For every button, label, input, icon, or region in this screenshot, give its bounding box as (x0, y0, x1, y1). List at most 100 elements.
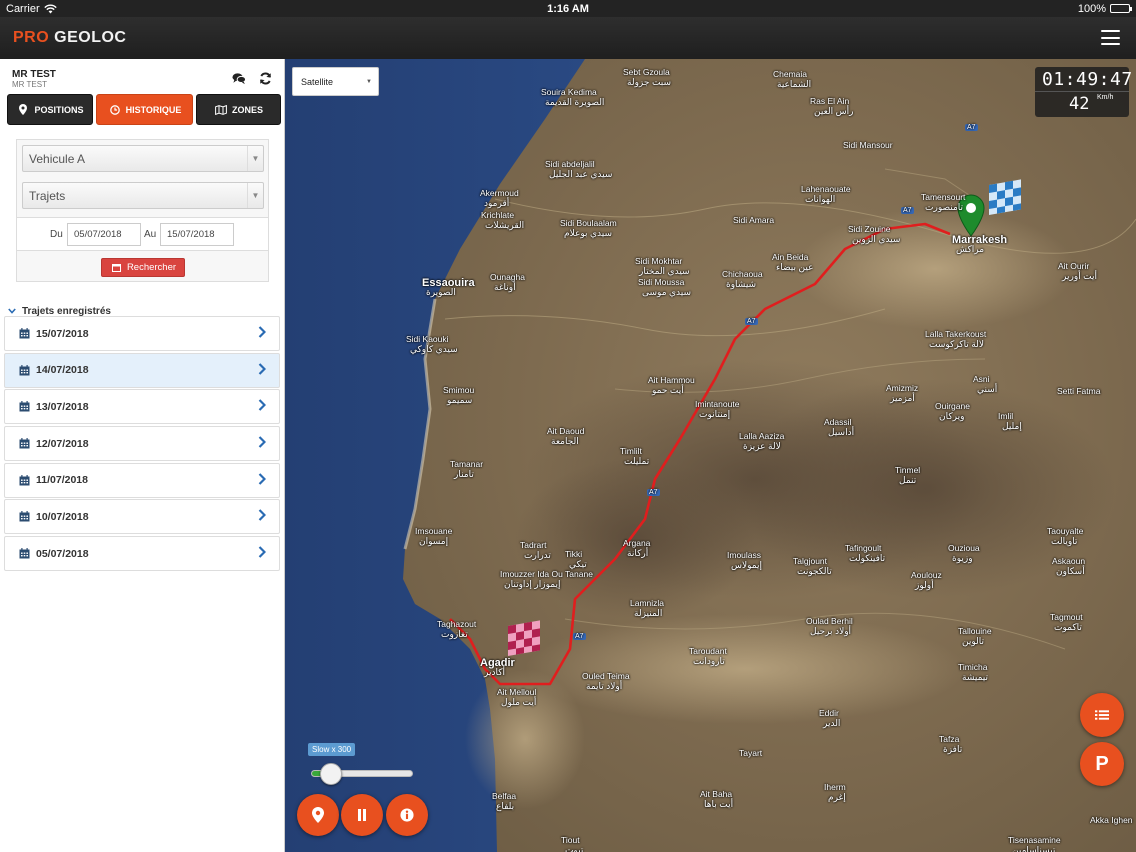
calendar-icon (17, 363, 31, 377)
place-label: Ait Baha (700, 789, 733, 799)
list-icon (1095, 708, 1109, 722)
place-label: Timicha (958, 662, 988, 672)
place-label-arabic: عين بيضاء (776, 262, 814, 272)
road-label: A7 (965, 124, 978, 131)
place-label-arabic: ويركان (939, 411, 965, 421)
place-label-arabic: رأس العين (814, 106, 854, 116)
place-label: Talgjount (793, 556, 828, 566)
battery-percent: 100% (1077, 2, 1106, 15)
map-view[interactable]: Sebt Gzoula سبت جزولة Chemaia الشماعية Souir… (285, 59, 1136, 852)
place-label: Belfaa (492, 791, 517, 801)
trips-heading-label: Trajets enregistrés (22, 305, 111, 317)
info-button[interactable] (386, 794, 428, 836)
tab-positions-label: POSITIONS (34, 104, 84, 115)
trip-row[interactable]: 10/07/2018 (4, 499, 280, 535)
trip-speed: 42 (1069, 94, 1090, 114)
tab-zones[interactable]: ZONES (196, 94, 281, 125)
playback-slider-thumb[interactable] (320, 763, 342, 785)
place-label: Lamnizla (630, 598, 665, 608)
place-label: Iherm (824, 782, 846, 792)
place-label-arabic: تالكجونت (797, 566, 832, 576)
tab-historique[interactable]: HISTORIQUE (96, 94, 193, 125)
place-label-arabic: تاكموت (1054, 622, 1082, 632)
place-label: Aoulouz (911, 570, 942, 580)
place-label-arabic: أقرمود (484, 198, 510, 208)
place-label-arabic: تدرارت (524, 550, 551, 560)
place-label: Imlil (998, 411, 1014, 421)
list-button[interactable] (1080, 693, 1124, 737)
hamburger-menu-icon[interactable] (1101, 30, 1120, 45)
place-label: Imsouane (415, 526, 453, 536)
chevron-right-icon (258, 546, 267, 561)
place-label: Imintanoute (695, 399, 740, 409)
chevron-right-icon (258, 326, 267, 341)
place-label: Sidi Mansour (843, 140, 893, 150)
road-label: A7 (901, 207, 914, 214)
vehicle-select[interactable]: Vehicule A ▼ (22, 145, 264, 172)
trip-row[interactable]: 05/07/2018 (4, 536, 280, 572)
place-label-arabic: أيت أورير (1062, 271, 1098, 281)
place-label: Sidi abdeljalil (545, 159, 595, 169)
place-label: Chichaoua (722, 269, 763, 279)
place-label: Adassil (824, 417, 852, 427)
place-label: Ain Beida (772, 252, 809, 262)
user-name: MR TEST (12, 69, 56, 80)
trip-time: 01:49:47 (1042, 69, 1133, 90)
date-to-input[interactable]: 15/07/2018 (160, 223, 234, 246)
sidebar-tabs: POSITIONS HISTORIQUE ZONES (7, 94, 281, 125)
chevron-down-icon: ▼ (366, 79, 372, 85)
info-icon (400, 808, 414, 822)
place-label-arabic: تنمل (899, 475, 917, 485)
locate-button[interactable] (297, 794, 339, 836)
place-label-arabic: تالوين (962, 636, 984, 646)
parking-button[interactable]: P (1080, 742, 1124, 786)
place-label-arabic: شيشاوة (726, 279, 757, 289)
trip-date: 10/07/2018 (36, 510, 89, 523)
place-label: Chemaia (773, 69, 808, 79)
place-label-arabic: بلفاع (496, 801, 515, 811)
date-from-input[interactable]: 05/07/2018 (67, 223, 141, 246)
trip-row[interactable]: 13/07/2018 (4, 389, 280, 425)
place-label-arabic: إمسوان (419, 536, 449, 546)
trip-row[interactable]: 12/07/2018 (4, 426, 280, 462)
refresh-icon[interactable] (258, 71, 272, 85)
type-select-value: Trajets (29, 188, 66, 203)
trip-row[interactable]: 11/07/2018 (4, 462, 280, 498)
place-label-arabic: أولاد تايمة (586, 681, 623, 691)
calendar-icon (17, 473, 31, 487)
playback-speed-label: Slow x 300 (308, 743, 356, 756)
trip-row[interactable]: 14/07/2018 (4, 352, 280, 388)
place-label: Krichlate (481, 210, 515, 220)
place-label-arabic: لالة تاكركوست (929, 339, 985, 349)
place-label: Lalla Takerkoust (925, 329, 987, 339)
place-label-arabic: سيدي الزوين (852, 234, 901, 244)
place-label-arabic: إيموزار إداوتنان (504, 579, 561, 589)
place-label-arabic: أيت حمو (652, 385, 684, 395)
place-label: Tafza (939, 734, 960, 744)
place-label: Tisenasamine (1008, 835, 1061, 845)
map-layer-value: Satellite (301, 76, 334, 87)
place-label: Setti Fatma (1057, 386, 1101, 396)
place-label: Sidi Kaouki (406, 334, 449, 344)
place-label-arabic: سيدي المختار (639, 266, 690, 276)
place-label: Taouyalte (1047, 526, 1084, 536)
place-label: Sidi Moussa (638, 277, 685, 287)
place-label: Amizmiz (886, 383, 919, 393)
logo-pro: PRO (13, 29, 50, 46)
map-layer-select[interactable]: Satellite ▼ (292, 67, 379, 96)
status-time: 1:16 AM (547, 2, 589, 15)
chat-icon[interactable] (232, 71, 246, 85)
speed-unit: Km/h (1097, 94, 1114, 101)
search-button[interactable]: Rechercher (101, 258, 185, 277)
place-label-arabic: الهوانات (805, 194, 836, 204)
pause-button[interactable] (341, 794, 383, 836)
user-info: MR TEST MR TEST (12, 69, 56, 89)
tab-positions[interactable]: POSITIONS (7, 94, 93, 125)
trip-date: 15/07/2018 (36, 327, 89, 340)
place-label-arabic: سميمو (447, 395, 473, 405)
place-label-arabic: سبت جزولة (627, 77, 672, 87)
place-label: Sidi Zouine (848, 224, 891, 234)
type-select[interactable]: Trajets ▼ (22, 182, 264, 209)
place-label: Ait Hammou (648, 375, 695, 385)
trip-row[interactable]: 15/07/2018 (4, 316, 280, 351)
